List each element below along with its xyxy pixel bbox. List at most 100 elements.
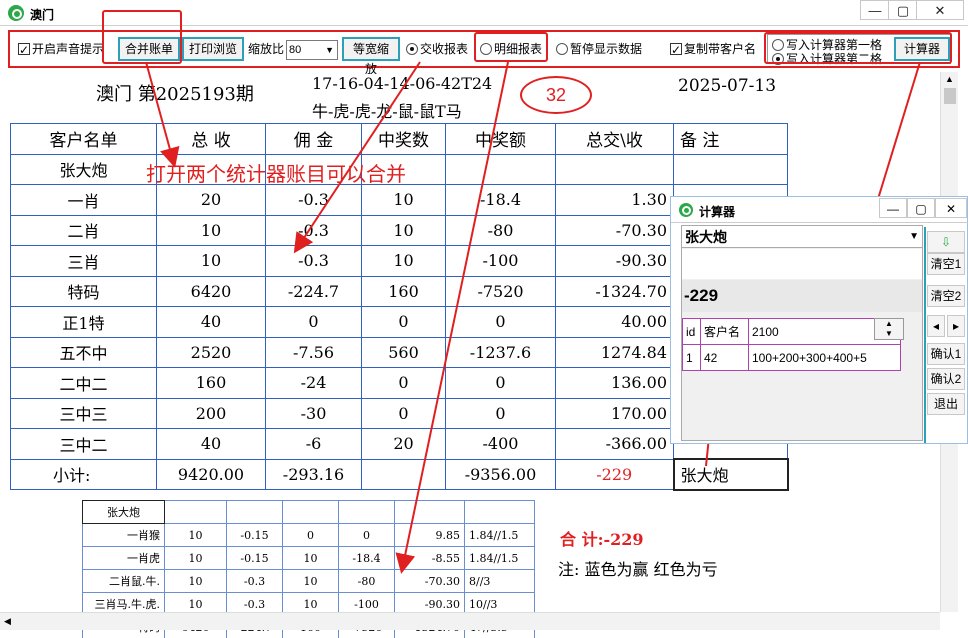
sound-alert-label: 开启声音提示 (32, 42, 105, 56)
subtotal-label: 小计: (10, 458, 157, 490)
calc-client-select[interactable]: 张大炮 ▼ (682, 226, 922, 248)
table-cell: 10 (361, 245, 446, 277)
spin-up-icon[interactable]: ▲ (875, 319, 903, 329)
detail-cell: 1.84//1.5 (464, 523, 535, 547)
detail-cell: 10 (164, 523, 227, 547)
copy-client-name-label: 复制带客户名 (684, 42, 757, 56)
detail-cell: -0.15 (226, 523, 283, 547)
exit-button[interactable]: 退出 (927, 393, 965, 415)
clear1-button[interactable]: 清空1 (927, 253, 965, 275)
table-cell: 二肖 (10, 214, 157, 246)
count-circle-badge: 32 (520, 76, 592, 114)
table-cell: 0 (265, 306, 362, 338)
table-cell: 五不中 (10, 336, 157, 368)
detail-cell: 0 (282, 523, 339, 547)
column-header: 中奖数 (361, 123, 446, 155)
spin-down-icon[interactable]: ▼ (875, 329, 903, 339)
scroll-up-icon[interactable]: ▲ (945, 74, 954, 84)
draw-zodiac: 牛-虎-虎-龙-鼠-鼠T马 (312, 102, 462, 121)
radio-selected-icon (406, 43, 418, 55)
close-button[interactable]: ✕ (916, 0, 964, 20)
report-date: 2025-07-13 (678, 76, 777, 96)
client-name-cell: 张大炮 (10, 153, 157, 185)
table-cell: -70.30 (555, 214, 674, 246)
detail-cell: 10 (164, 546, 227, 570)
table-cell: 20 (361, 428, 446, 460)
detail-row: 一肖虎 10 -0.15 10 -18.4 -8.55 1.84//1.5 (82, 546, 535, 570)
empty-cell (445, 153, 556, 185)
table-cell: 10 (361, 184, 446, 216)
next-button[interactable]: ▸ (947, 315, 965, 337)
clear2-button[interactable]: 清空2 (927, 285, 965, 307)
table-cell: 1.30 (555, 184, 674, 216)
calc-maximize-button[interactable]: ▢ (907, 198, 935, 218)
subtotal-total: 9420.00 (156, 458, 266, 490)
detail-cell: -80 (338, 569, 395, 593)
table-cell: 1274.84 (555, 336, 674, 368)
detail-cell: 10 (282, 569, 339, 593)
detail-cell: 二肖鼠.牛. (82, 569, 165, 593)
zoom-select[interactable]: 80 ▼ (286, 40, 338, 60)
pin-button[interactable]: ⇩ (927, 231, 965, 253)
table-cell: 一肖 (10, 184, 157, 216)
calc-spinner[interactable]: ▲ ▼ (874, 318, 904, 340)
calc-close-button[interactable]: ✕ (935, 198, 967, 218)
table-cell: 三中三 (10, 397, 157, 429)
empty-cell (673, 153, 788, 185)
detail-cell: 0 (338, 523, 395, 547)
minimize-button[interactable]: — (860, 0, 890, 20)
confirm1-button[interactable]: 确认1 (927, 343, 965, 365)
table-cell: 正1特 (10, 306, 157, 338)
copy-client-name-checkbox[interactable]: 复制带客户名 (670, 38, 757, 61)
print-preview-button[interactable]: 打印浏览 (182, 37, 244, 61)
merge-highlight-box (102, 10, 182, 64)
table-cell: 二中二 (10, 367, 157, 399)
calc-grid-header-cell: id (682, 318, 701, 345)
checkbox-checked-icon (670, 39, 682, 61)
confirm2-button[interactable]: 确认2 (927, 368, 965, 390)
zoom-label: 缩放比 (248, 42, 285, 56)
scroll-thumb[interactable] (944, 88, 956, 104)
calc-grid-cell[interactable]: 1 (682, 344, 701, 371)
detail-row: 一肖猴 10 -0.15 0 0 9.85 1.84//1.5 (82, 523, 535, 547)
pause-display-radio[interactable]: 暂停显示数据 (556, 38, 642, 60)
table-cell: 160 (361, 275, 446, 307)
calculator-body: 张大炮 ▼ -229 id 客户名 2100 1 42 100+200+300+… (681, 225, 923, 441)
equal-width-zoom-button[interactable]: 等宽缩放 (342, 37, 400, 76)
table-cell: -1324.70 (555, 275, 674, 307)
table-cell: -18.4 (445, 184, 556, 216)
sound-alert-checkbox[interactable]: 开启声音提示 (18, 38, 105, 61)
column-header: 客户名单 (10, 123, 157, 155)
empty-cell (226, 500, 283, 524)
empty-cell (282, 500, 339, 524)
table-cell: 2520 (156, 336, 266, 368)
calculator-window: 计算器 — ▢ ✕ 张大炮 ▼ -229 id 客户名 2100 1 42 10… (670, 196, 968, 444)
chevron-down-icon: ▼ (909, 231, 919, 242)
detail-cell: 10 (164, 569, 227, 593)
pause-display-label: 暂停显示数据 (570, 42, 643, 56)
prev-button[interactable]: ◂ (927, 315, 945, 337)
detail-cell: -0.15 (226, 546, 283, 570)
calc-minimize-button[interactable]: — (879, 198, 907, 218)
window-title: 澳门 (30, 8, 55, 22)
pay-report-radio[interactable]: 交收报表 (406, 38, 468, 60)
detail-cell: 10 (282, 546, 339, 570)
table-cell: 6420 (156, 275, 266, 307)
table-cell: -6 (265, 428, 362, 460)
app-logo-icon (8, 5, 24, 21)
calc-grid-cell[interactable]: 100+200+300+400+5 (748, 344, 901, 371)
detail-client-name: 张大炮 (82, 500, 165, 524)
detail-client-row: 张大炮 (82, 500, 535, 524)
table-cell: 10 (156, 245, 266, 277)
scroll-left-icon[interactable]: ◀ (4, 616, 11, 627)
calc-grid-cell[interactable]: 42 (700, 344, 749, 371)
horizontal-scrollbar[interactable]: ◀ (0, 612, 940, 630)
detail-cell: 1.84//1.5 (464, 546, 535, 570)
calc-client-value: 张大炮 (685, 229, 727, 245)
table-header-row: 客户名单 总 收 佣 金 中奖数 中奖额 总交\收 备 注 (10, 123, 788, 155)
table-cell: 0 (361, 306, 446, 338)
table-cell: -1237.6 (445, 336, 556, 368)
empty-cell (164, 500, 227, 524)
calc-input-area[interactable] (682, 249, 922, 279)
maximize-button[interactable]: ▢ (888, 0, 918, 20)
